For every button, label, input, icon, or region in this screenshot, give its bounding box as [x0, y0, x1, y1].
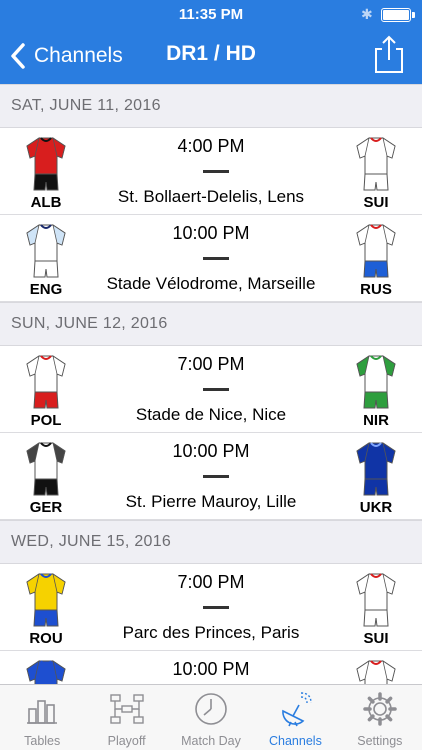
channels-icon: [282, 692, 313, 727]
section-header: SAT, JUNE 11, 2016: [0, 84, 422, 128]
away-kit-icon: [355, 354, 397, 410]
tab-label: Settings: [357, 734, 403, 748]
home-team: [18, 651, 74, 684]
tab-bar: Tables Playoff Match Day Channels Settings: [0, 684, 422, 750]
away-team-code: SUI: [363, 630, 389, 647]
section-header: WED, JUNE 15, 2016: [0, 520, 422, 564]
away-team-code: UKR: [359, 499, 393, 516]
away-kit-icon: [355, 659, 397, 684]
home-kit-icon: [25, 354, 67, 410]
score-dash: [203, 606, 229, 609]
home-team: ENG: [18, 215, 74, 301]
match-venue: Stade Vélodrome, Marseille: [106, 274, 316, 293]
match-time: 10:00 PM: [172, 223, 250, 243]
home-team-code: ROU: [29, 630, 63, 647]
chevron-left-icon: [11, 43, 25, 69]
match-row[interactable]: 10:00 PM: [0, 651, 422, 684]
match-time: 4:00 PM: [177, 136, 245, 156]
away-team: UKR: [348, 433, 404, 519]
away-team-code: NIR: [363, 412, 389, 429]
back-label: Channels: [34, 44, 123, 67]
home-kit-icon: [25, 441, 67, 497]
match-row[interactable]: ALB 4:00 PM St. Bollaert-Delelis, Lens SUI: [0, 128, 422, 215]
score-dash: [203, 257, 229, 260]
match-time: 7:00 PM: [177, 572, 245, 592]
settings-icon: [363, 692, 397, 726]
match-time: 7:00 PM: [177, 354, 245, 374]
back-button[interactable]: Channels: [8, 40, 123, 72]
status-time: 11:35 PM: [178, 6, 244, 23]
match-time: 10:00 PM: [172, 659, 250, 679]
away-team: SUI: [348, 128, 404, 214]
home-team-code: ALB: [30, 194, 62, 211]
status-bar: 11:35 PM ✱: [0, 0, 422, 30]
match-time: 10:00 PM: [172, 441, 250, 461]
away-team: RUS: [348, 215, 404, 301]
home-team-code: GER: [29, 499, 63, 516]
tab-label: Playoff: [107, 734, 146, 748]
tab-match-day[interactable]: Match Day: [169, 685, 253, 750]
home-team: POL: [18, 346, 74, 432]
tab-settings[interactable]: Settings: [338, 685, 422, 750]
score-dash: [203, 388, 229, 391]
bluetooth-icon: ✱: [361, 6, 373, 22]
tab-channels[interactable]: Channels: [253, 685, 337, 750]
match-venue: St. Bollaert-Delelis, Lens: [117, 187, 305, 206]
home-team: ROU: [18, 564, 74, 650]
away-team-code: SUI: [363, 194, 389, 211]
tables-icon: [27, 700, 58, 724]
score-dash: [203, 170, 229, 173]
match-list[interactable]: SAT, JUNE 11, 2016 ALB 4:00 PM St. Bollaert…: [0, 84, 422, 684]
away-team: [348, 651, 404, 684]
app-root: 11:35 PM ✱ Channels DR1 / HD SAT, JUNE 1…: [0, 0, 422, 750]
match-venue: Parc des Princes, Paris: [122, 623, 300, 642]
home-team: GER: [18, 433, 74, 519]
home-kit-icon: [25, 223, 67, 279]
home-kit-icon: [25, 659, 67, 684]
nav-bar: Channels DR1 / HD: [0, 30, 422, 84]
home-team-code: POL: [30, 412, 62, 429]
away-kit-icon: [355, 441, 397, 497]
away-team: SUI: [348, 564, 404, 650]
away-team: NIR: [348, 346, 404, 432]
away-kit-icon: [355, 572, 397, 628]
match-row[interactable]: GER 10:00 PM St. Pierre Mauroy, Lille UKR: [0, 433, 422, 520]
header: 11:35 PM ✱ Channels DR1 / HD: [0, 0, 422, 84]
home-team-code: ENG: [29, 281, 63, 298]
away-kit-icon: [355, 223, 397, 279]
share-icon[interactable]: [372, 34, 406, 74]
match-row[interactable]: ENG 10:00 PM Stade Vélodrome, Marseille RUS: [0, 215, 422, 302]
match-venue: St. Pierre Mauroy, Lille: [125, 492, 297, 511]
tab-label: Match Day: [181, 734, 241, 748]
playoff-icon: [109, 694, 144, 724]
tab-label: Channels: [269, 734, 322, 748]
battery-icon: [381, 8, 411, 22]
tab-playoff[interactable]: Playoff: [84, 685, 168, 750]
match-venue: Stade de Nice, Nice: [135, 405, 287, 424]
home-kit-icon: [25, 572, 67, 628]
match-day-icon: [195, 693, 227, 725]
tab-tables[interactable]: Tables: [0, 685, 84, 750]
home-kit-icon: [25, 136, 67, 192]
home-team: ALB: [18, 128, 74, 214]
match-row[interactable]: POL 7:00 PM Stade de Nice, Nice NIR: [0, 346, 422, 433]
match-row[interactable]: ROU 7:00 PM Parc des Princes, Paris SUI: [0, 564, 422, 651]
away-team-code: RUS: [360, 281, 392, 298]
away-kit-icon: [355, 136, 397, 192]
tab-label: Tables: [24, 734, 61, 748]
section-header: SUN, JUNE 12, 2016: [0, 302, 422, 346]
battery-tip: [412, 12, 415, 18]
score-dash: [203, 475, 229, 478]
